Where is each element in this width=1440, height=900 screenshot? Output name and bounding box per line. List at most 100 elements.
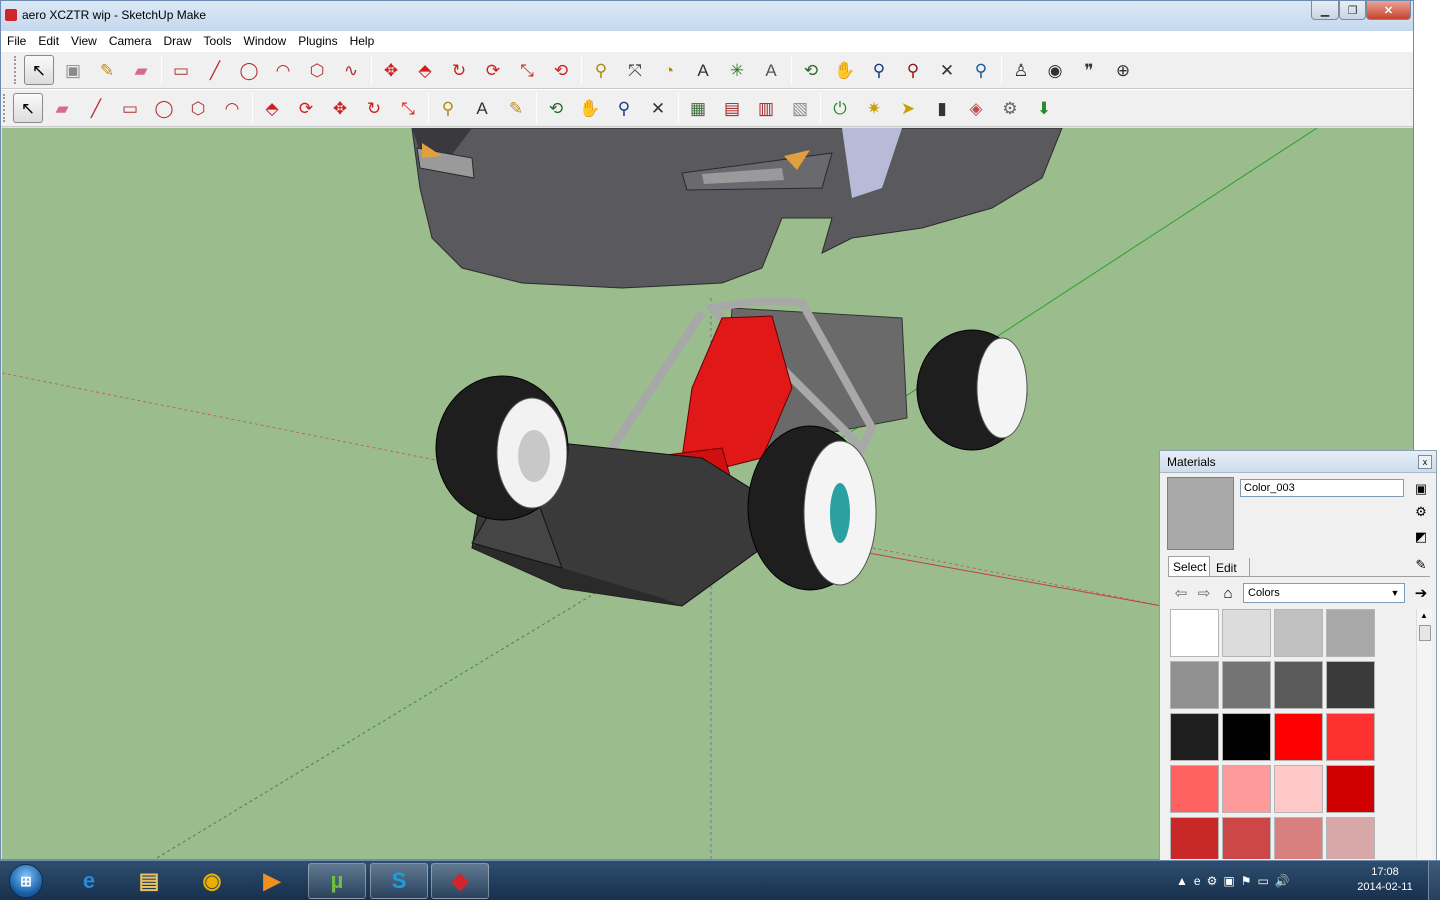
tape-measure-tool[interactable]: ⚲ [586, 55, 616, 85]
push-pull-tool[interactable]: ⬘ [410, 55, 440, 85]
menu-help[interactable]: Help [344, 34, 381, 48]
orbit-tool-2[interactable]: ⟲ [541, 93, 571, 123]
zoom-extents-tool[interactable]: ✕ [932, 55, 962, 85]
scrollbar-thumb[interactable] [1419, 625, 1431, 641]
skype-task[interactable]: S [370, 863, 428, 899]
color-swatch[interactable] [1170, 661, 1219, 709]
offset-tool[interactable]: ⟲ [546, 55, 576, 85]
materials-header[interactable]: Materials x [1160, 451, 1436, 473]
tray-icon[interactable]: 🔊 [1275, 874, 1290, 888]
color-swatch[interactable] [1170, 713, 1219, 761]
file-explorer-task[interactable]: ▤ [120, 863, 178, 899]
sample-paint-icon[interactable]: ⚙ [1412, 503, 1430, 521]
tab-edit[interactable]: Edit [1212, 558, 1250, 576]
plugin-sparkle-tool[interactable]: ✷ [859, 93, 889, 123]
orbit-tool[interactable]: ⟲ [796, 55, 826, 85]
menu-file[interactable]: File [1, 34, 32, 48]
section-plane-tool[interactable]: ⊕ [1108, 55, 1138, 85]
rectangle-tool-2[interactable]: ▭ [115, 93, 145, 123]
axes-tool[interactable]: ✳ [722, 55, 752, 85]
plugin-settings-tool[interactable]: ⚙ [995, 93, 1025, 123]
zoom-tool[interactable]: ⚲ [864, 55, 894, 85]
select-tool-2[interactable]: ↖ [13, 93, 43, 123]
zoom-window-tool[interactable]: ⚲ [898, 55, 928, 85]
color-swatch[interactable] [1222, 817, 1271, 859]
pan-tool[interactable]: ✋ [830, 55, 860, 85]
zoom-tool-2[interactable]: ⚲ [609, 93, 639, 123]
tray-icon[interactable]: ▣ [1223, 874, 1234, 888]
text-tool[interactable]: A [688, 55, 718, 85]
color-swatch[interactable] [1326, 817, 1375, 859]
tape-measure-tool-2[interactable]: ⚲ [433, 93, 463, 123]
menu-tools[interactable]: Tools [198, 34, 238, 48]
menu-draw[interactable]: Draw [158, 34, 198, 48]
home-icon[interactable]: ⌂ [1219, 584, 1237, 602]
eyedropper-icon[interactable]: ✎ [1412, 556, 1430, 574]
color-swatch[interactable] [1170, 765, 1219, 813]
menu-window[interactable]: Window [238, 34, 293, 48]
color-swatch[interactable] [1222, 765, 1271, 813]
back-arrow-icon[interactable]: ⇦ [1172, 584, 1190, 602]
arc-tool[interactable]: ◠ [268, 55, 298, 85]
circle-tool[interactable]: ◯ [234, 55, 264, 85]
eraser-tool[interactable]: ▰ [126, 55, 156, 85]
extension-tool[interactable]: ▧ [785, 93, 815, 123]
get-models-tool[interactable]: ▥ [751, 93, 781, 123]
color-swatch[interactable] [1170, 817, 1219, 859]
zoom-extents-tool-2[interactable]: ✕ [643, 93, 673, 123]
system-clock[interactable]: 17:08 2014-02-11 [1350, 865, 1420, 895]
move-tool[interactable]: ✥ [376, 55, 406, 85]
color-swatch[interactable] [1170, 609, 1219, 657]
menu-plugins[interactable]: Plugins [292, 34, 343, 48]
media-player-task[interactable]: ▶ [243, 863, 301, 899]
eraser-tool-2[interactable]: ▰ [47, 93, 77, 123]
follow-me-tool-2[interactable]: ⟳ [291, 93, 321, 123]
start-button[interactable]: ⊞ [2, 862, 50, 900]
show-desktop-button[interactable] [1428, 861, 1440, 900]
title-bar[interactable]: aero XCZTR wip - SketchUp Make ▁ ❐ ✕ [1, 1, 1413, 31]
plugin-export-tool[interactable]: ⬇ [1029, 93, 1059, 123]
utorrent-task[interactable]: µ [308, 863, 366, 899]
plugin-cursor-tool[interactable]: ➤ [893, 93, 923, 123]
follow-me-tool[interactable]: ⟳ [478, 55, 508, 85]
push-pull-tool-2[interactable]: ⬘ [257, 93, 287, 123]
rectangle-tool[interactable]: ▭ [166, 55, 196, 85]
chrome-task[interactable]: ◉ [183, 863, 241, 899]
material-name-field[interactable] [1240, 479, 1404, 497]
paint-bucket-tool[interactable]: ✎ [92, 55, 122, 85]
color-swatch[interactable] [1326, 765, 1375, 813]
freehand-tool[interactable]: ∿ [336, 55, 366, 85]
toolbar-grip[interactable] [3, 94, 7, 122]
paint-bucket-tool-2[interactable]: ✎ [501, 93, 531, 123]
color-swatch[interactable] [1222, 661, 1271, 709]
color-swatch[interactable] [1326, 713, 1375, 761]
color-swatch[interactable] [1274, 817, 1323, 859]
dimension-tool[interactable]: ⤧ [620, 55, 650, 85]
scale-tool-2[interactable]: ⤡ [393, 93, 423, 123]
library-dropdown[interactable]: Colors ▼ [1243, 583, 1405, 603]
text-tool-2[interactable]: A [467, 93, 497, 123]
tray-icon[interactable]: ▲ [1176, 874, 1188, 888]
plugin-power-tool[interactable]: ⏻ [825, 93, 855, 123]
color-swatch[interactable] [1274, 609, 1323, 657]
tray-icon[interactable]: ▭ [1257, 874, 1268, 888]
color-swatch[interactable] [1326, 609, 1375, 657]
tab-select[interactable]: Select [1168, 556, 1210, 576]
pan-tool-2[interactable]: ✋ [575, 93, 605, 123]
menu-camera[interactable]: Camera [103, 34, 158, 48]
internet-explorer-task[interactable]: e [60, 863, 118, 899]
tray-icon[interactable]: ⚙ [1207, 874, 1218, 888]
close-button[interactable]: ✕ [1366, 1, 1411, 20]
toolbar-grip[interactable] [14, 56, 18, 84]
line-tool-2[interactable]: ╱ [81, 93, 111, 123]
circle-tool-2[interactable]: ◯ [149, 93, 179, 123]
menu-view[interactable]: View [65, 34, 103, 48]
warehouse-tool[interactable]: ▦ [683, 93, 713, 123]
color-swatch[interactable] [1222, 713, 1271, 761]
color-swatch[interactable] [1326, 661, 1375, 709]
make-component-tool[interactable]: ▣ [58, 55, 88, 85]
polygon-tool[interactable]: ⬡ [302, 55, 332, 85]
rotate-tool[interactable]: ↻ [444, 55, 474, 85]
tray-icon[interactable]: e [1194, 874, 1201, 888]
look-around-tool[interactable]: ◉ [1040, 55, 1070, 85]
